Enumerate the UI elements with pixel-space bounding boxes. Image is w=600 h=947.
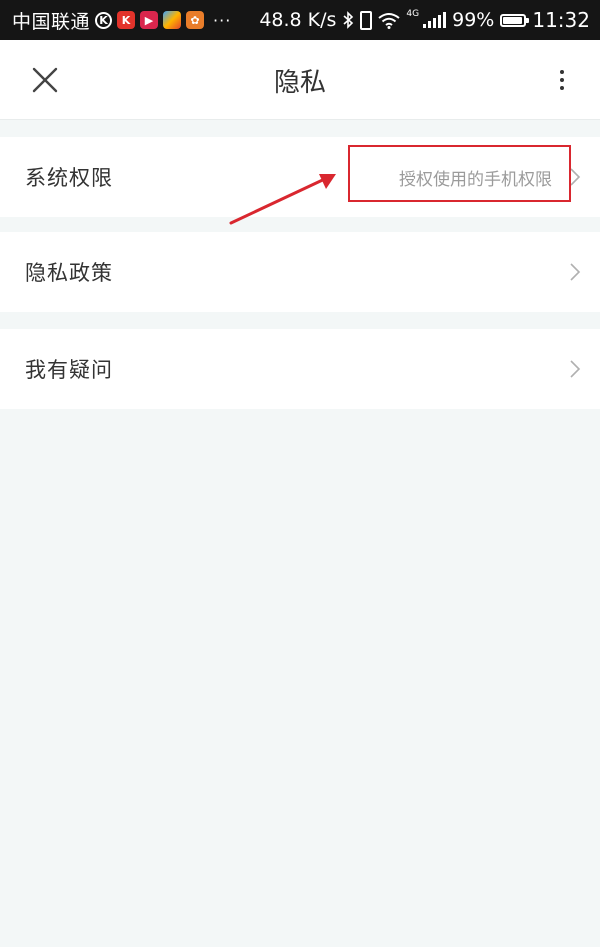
- network-speed: 48.8 K/s: [259, 9, 337, 31]
- battery-icon: [500, 13, 530, 27]
- k-circle-icon: K: [95, 11, 113, 29]
- carrier-name: 中国联通: [12, 10, 91, 33]
- row-label: 我有疑问: [25, 358, 113, 382]
- chevron-right-icon: [570, 263, 581, 281]
- status-bar: 中国联通 K K ▶ ✿ ··· 48.8 K/s 4G 99% 11:32: [0, 0, 600, 40]
- annotation-highlight-box: [348, 145, 571, 202]
- navigation-header: 隐私: [0, 40, 600, 120]
- wifi-icon: [378, 12, 401, 29]
- more-vertical-icon[interactable]: [546, 60, 578, 100]
- close-icon[interactable]: [22, 57, 68, 103]
- chevron-right-icon: [570, 360, 581, 378]
- row-label: 隐私政策: [25, 261, 113, 285]
- menu-row-questions[interactable]: 我有疑问: [0, 329, 600, 409]
- menu-row-privacy-policy[interactable]: 隐私政策: [0, 232, 600, 312]
- row-label: 系统权限: [25, 166, 113, 190]
- clock: 11:32: [532, 8, 590, 32]
- network-type: 4G: [406, 9, 420, 19]
- vibrate-icon: [360, 10, 373, 30]
- annotation-arrow-icon: [229, 174, 336, 225]
- uc-browser-icon: ✿: [186, 11, 205, 29]
- page-title: 隐私: [273, 67, 326, 98]
- video-app-icon: ▶: [140, 11, 159, 29]
- status-bar-left: 中国联通 K K ▶ ✿ ···: [12, 7, 231, 34]
- notification-overflow-icon: ···: [213, 10, 232, 30]
- tencent-app-icon: [163, 11, 182, 29]
- kugou-app-icon: K: [117, 11, 136, 29]
- battery-percent: 99%: [452, 9, 495, 31]
- signal-icon: [423, 12, 447, 28]
- bluetooth-icon: [343, 11, 354, 29]
- status-bar-right: 48.8 K/s 4G 99% 11:32: [259, 8, 590, 32]
